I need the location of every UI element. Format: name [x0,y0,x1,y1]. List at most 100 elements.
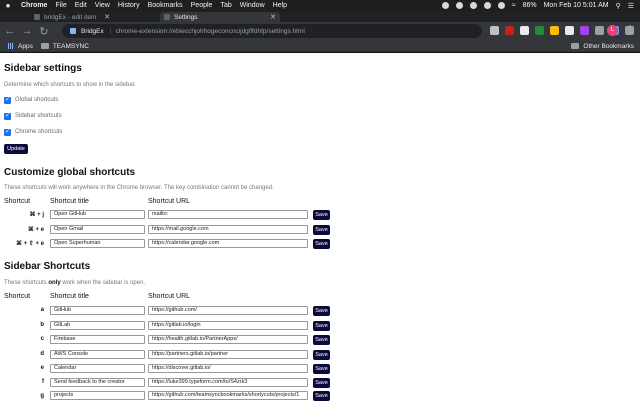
extension-icon[interactable] [490,26,499,35]
menu-bookmarks[interactable]: Bookmarks [148,2,183,9]
shortcut-url-input[interactable]: mailto: [148,210,308,219]
extension-icon[interactable] [505,26,514,35]
save-button[interactable]: Save [313,239,330,249]
checkbox-global-shortcuts[interactable]: ✓ [4,97,11,104]
close-icon[interactable]: ✕ [104,13,110,21]
address-origin: BridgEx [81,27,104,35]
shortcut-key: ⌘ + ⇧ + e [15,241,44,247]
menu-window[interactable]: Window [240,2,265,9]
address-separator: | [109,27,112,35]
folder-icon [571,43,580,49]
extension-icon[interactable] [595,26,604,35]
shortcut-title-input[interactable]: AWS Console [50,350,145,359]
bookmark-teamsync[interactable]: TEAMSYNC [40,43,89,50]
shortcut-key: g [40,393,44,399]
save-button[interactable]: Save [313,335,330,345]
shortcut-url-input[interactable]: https://gitlab.io/login [148,321,308,330]
save-button[interactable]: Save [313,225,330,235]
extension-icon[interactable] [520,26,529,35]
more-menu-icon[interactable]: ⋮ [625,24,635,35]
tab-bridgex-edit[interactable]: bridgEx - edit item ✕ [30,12,114,22]
close-icon[interactable]: ✕ [270,13,276,21]
menu-view[interactable]: View [95,2,110,9]
shortcut-url-input[interactable]: https://discover.gitlab.io/ [148,364,308,373]
mac-menu-bar: ● Chrome File Edit View History Bookmark… [0,0,640,11]
checkbox-chrome-shortcuts[interactable]: ✓ [4,129,11,136]
menu-help[interactable]: Help [273,2,287,9]
shortcut-title-input[interactable]: Open GitHub [50,210,145,219]
menu-file[interactable]: File [55,2,66,9]
reload-icon[interactable]: ↻ [37,25,51,38]
back-icon[interactable]: ← [3,25,17,37]
extension-icon[interactable] [550,26,559,35]
shortcut-title-input[interactable]: projects [50,391,145,400]
shortcut-title-input[interactable]: Calendar [50,364,145,373]
bookmark-other[interactable]: Other Bookmarks [571,43,634,50]
checkbox-sidebar-shortcuts[interactable]: ✓ [4,113,11,120]
tray-app-icon[interactable] [497,2,505,9]
shortcut-url-input[interactable]: https://luke399.typeform.com/to/S4zrk3 [148,378,308,387]
profile-avatar[interactable]: L [607,25,618,36]
tab-title: Settings [174,13,198,21]
description-emphasis: only [48,280,61,286]
extension-icon [70,28,76,34]
apple-icon[interactable]: ● [3,1,13,10]
global-shortcuts-description: These shortcuts will work anywhere in th… [4,185,274,191]
menu-chrome[interactable]: Chrome [21,2,47,9]
save-button[interactable]: Save [313,364,330,374]
column-header-url: Shortcut URL [148,293,191,300]
column-header-title: Shortcut title [50,293,89,300]
favicon-icon [164,14,170,20]
battery-percent[interactable]: 86% [523,2,537,9]
save-button[interactable]: Save [313,378,330,388]
tray-app-icon[interactable] [441,2,449,9]
extension-icon[interactable] [535,26,544,35]
extension-icon[interactable] [565,26,574,35]
clock[interactable]: Mon Feb 10 5:01 AM [544,2,609,9]
shortcut-key: c [40,336,44,342]
status-tray: ≈ 86% Mon Feb 10 5:01 AM ⚲ ☰ [435,2,634,10]
global-shortcuts-heading: Customize global shortcuts [4,167,136,178]
tray-app-icon[interactable] [469,2,477,9]
bookmark-apps[interactable]: Apps [8,43,33,50]
sidebar-shortcuts-heading: Sidebar Shortcuts [4,261,91,272]
extension-icon[interactable] [580,26,589,35]
settings-page: Sidebar settings Determine which shortcu… [0,53,640,401]
wifi-icon[interactable]: ≈ [512,2,516,9]
shortcut-url-input[interactable]: https://health.gitlab.io/PartnerApps/ [148,335,308,344]
shortcut-key: a [40,307,44,313]
search-icon[interactable]: ⚲ [616,2,621,10]
shortcut-url-input[interactable]: https://calendar.google.com [148,239,308,248]
update-button[interactable]: Update [4,144,28,154]
shortcut-url-input[interactable]: https://mail.google.com [148,225,308,234]
shortcut-title-input[interactable]: Open Superhuman [50,239,145,248]
favicon-icon [34,14,40,20]
menu-tab[interactable]: Tab [220,2,231,9]
sidebar-shortcuts-description: These shortcuts only work when the sideb… [4,280,145,286]
save-button[interactable]: Save [313,350,330,360]
menu-list-icon[interactable]: ☰ [628,2,634,10]
tab-settings[interactable]: Settings ✕ [160,12,280,22]
shortcut-title-input[interactable]: GitLab [50,321,145,330]
tray-app-icon[interactable] [483,2,491,9]
save-button[interactable]: Save [313,321,330,331]
shortcut-title-input[interactable]: Open Gmail [50,225,145,234]
shortcut-title-input[interactable]: Firebase [50,335,145,344]
shortcut-url-input[interactable]: https://partners.gitlab.io/partner [148,350,308,359]
shortcut-title-input[interactable]: GitHub [50,306,145,315]
shortcut-url-input[interactable]: https://github.com/teamsyncbookmarks/sho… [148,391,308,400]
sidebar-settings-heading: Sidebar settings [4,63,82,74]
menu-edit[interactable]: Edit [75,2,87,9]
menu-people[interactable]: People [191,2,213,9]
save-button[interactable]: Save [313,210,330,220]
column-header-url: Shortcut URL [148,198,191,205]
address-bar[interactable]: BridgEx | chrome-extension://ebiecchjohh… [62,24,482,38]
forward-icon[interactable]: → [20,25,34,37]
shortcut-title-input[interactable]: Send feedback to the creator [50,378,145,387]
save-button[interactable]: Save [313,306,330,316]
bookmark-label: Apps [18,42,33,50]
menu-history[interactable]: History [118,2,140,9]
bookmark-label: Other Bookmarks [583,42,634,50]
tray-app-icon[interactable] [455,2,463,9]
shortcut-url-input[interactable]: https://github.com/ [148,306,308,315]
